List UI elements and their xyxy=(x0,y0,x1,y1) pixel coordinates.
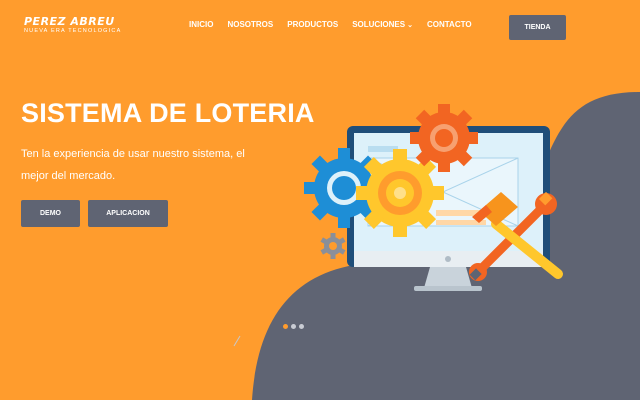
gear-icon-orange xyxy=(410,104,478,172)
nav-nosotros[interactable]: NOSOTROS xyxy=(227,20,273,29)
logo-title: PEREZ ABREU xyxy=(24,15,115,28)
gear-icon-small xyxy=(320,233,346,259)
logo-subtitle: NUEVA ERA TECNOLOGICA xyxy=(24,28,122,34)
brand-logo[interactable]: PEREZ ABREU NUEVA ERA TECNOLOGICA xyxy=(24,16,121,35)
nav-productos[interactable]: PRODUCTOS xyxy=(287,20,338,29)
chevron-down-icon: ⌄ xyxy=(407,22,413,29)
nav-soluciones[interactable]: SOLUCIONES ⌄ xyxy=(352,20,413,29)
nav-contacto[interactable]: CONTACTO xyxy=(427,20,472,29)
hero-section: PEREZ ABREU NUEVA ERA TECNOLOGICA INICIO… xyxy=(0,0,640,400)
maintenance-illustration xyxy=(304,104,563,291)
hero-title: SISTEMA DE LOTERIA xyxy=(21,98,315,128)
carousel-dot-3[interactable] xyxy=(299,324,304,329)
carousel-dot-1[interactable] xyxy=(283,324,288,329)
demo-button[interactable]: DEMO xyxy=(21,200,80,227)
site-header: PEREZ ABREU NUEVA ERA TECNOLOGICA INICIO… xyxy=(0,0,640,56)
carousel-dot-2[interactable] xyxy=(291,324,296,329)
gear-icon-yellow xyxy=(356,149,444,237)
nav-soluciones-label: SOLUCIONES xyxy=(352,20,406,29)
carousel-dots xyxy=(283,324,304,329)
tienda-button[interactable]: TIENDA xyxy=(509,15,566,40)
hero-description: Ten la experiencia de usar nuestro siste… xyxy=(21,148,245,182)
main-nav: INICIO NOSOTROS PRODUCTOS SOLUCIONES ⌄ CO… xyxy=(189,20,486,29)
nav-inicio[interactable]: INICIO xyxy=(189,20,213,29)
aplicacion-button[interactable]: APLICACION xyxy=(88,200,168,227)
